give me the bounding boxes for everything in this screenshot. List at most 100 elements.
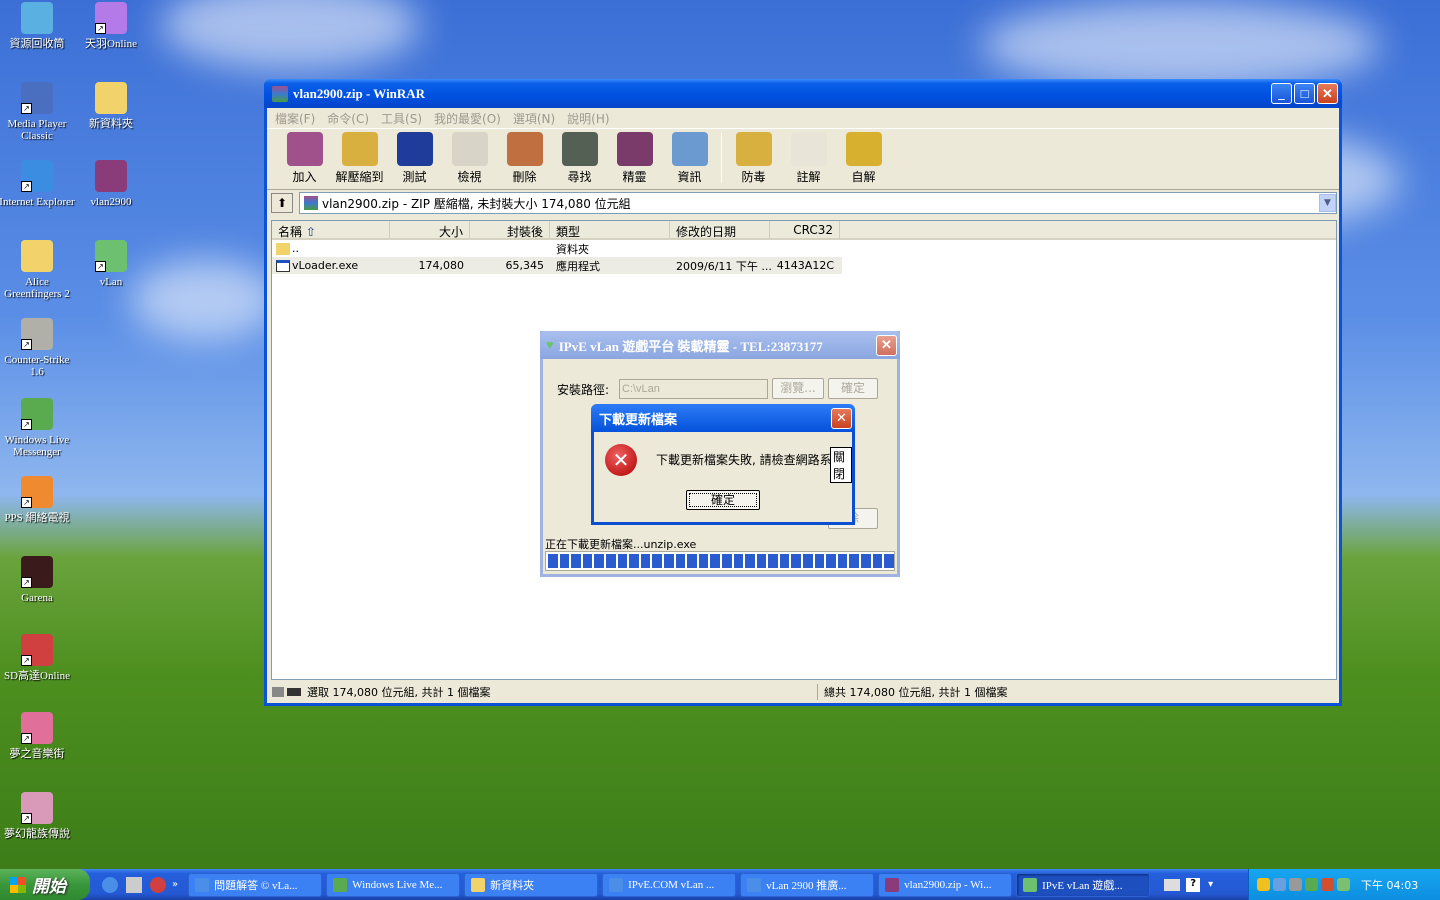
desktop-icon-label: 夢幻龍族傳說 xyxy=(4,828,70,840)
desktop-icon[interactable]: ↗ Internet Explorer xyxy=(0,160,75,208)
toolbar-button[interactable]: 解壓縮到 xyxy=(332,132,387,189)
progress-segment xyxy=(884,554,894,568)
close-button[interactable]: ✕ xyxy=(1317,83,1338,104)
col-size[interactable]: 大小 xyxy=(390,221,470,239)
progress-segment xyxy=(687,554,697,568)
col-name[interactable]: 名稱 ⇧ xyxy=(272,221,390,239)
quicklaunch-desktop-icon[interactable] xyxy=(126,876,142,893)
progress-segment xyxy=(814,554,825,568)
taskbar-button[interactable]: 問題解答 © vLa... xyxy=(188,872,323,897)
taskbar-button[interactable]: Windows Live Me... xyxy=(326,872,461,897)
progress-segment xyxy=(605,554,616,568)
toolbar-icon xyxy=(735,132,772,166)
menu-item[interactable]: 工具(S) xyxy=(381,110,422,127)
desktop-icon[interactable]: ↗ Windows Live Messenger xyxy=(0,398,75,458)
install-path-input[interactable] xyxy=(619,379,768,399)
help-icon[interactable]: ? xyxy=(1186,877,1201,892)
progress-segment xyxy=(803,554,813,568)
installer-close-button[interactable]: ✕ xyxy=(876,334,897,356)
menu-item[interactable]: 說明(H) xyxy=(567,110,609,127)
safely-remove-icon[interactable] xyxy=(1305,878,1318,891)
toolbar-icon xyxy=(341,132,378,166)
table-row[interactable]: vLoader.exe 174,080 65,345 應用程式 2009/6/11 下午… xyxy=(272,257,842,274)
progress-segment xyxy=(779,554,790,568)
toolbar-button[interactable]: 資訊 xyxy=(662,132,717,189)
menu-item[interactable]: 選項(N) xyxy=(513,110,555,127)
shortcut-arrow-icon: ↗ xyxy=(21,497,32,508)
toolbar-button[interactable]: 防毒 xyxy=(726,132,781,189)
desktop-icon[interactable]: 資源回收筒 xyxy=(0,2,75,50)
error-title-bar[interactable]: 下載更新檔案 ✕ xyxy=(591,404,855,432)
col-type[interactable]: 類型 xyxy=(550,221,670,239)
app-icon: ↗ xyxy=(95,2,127,34)
messenger-icon[interactable] xyxy=(1337,878,1350,891)
tray-app-icon[interactable] xyxy=(1289,878,1302,891)
start-button[interactable]: 開始 xyxy=(0,869,90,900)
address-field[interactable]: vlan2900.zip - ZIP 壓縮檔, 未封裝大小 174,080 位元… xyxy=(299,192,1337,214)
table-row[interactable]: .. 資料夾 xyxy=(272,240,1336,257)
progress-segment xyxy=(559,554,570,568)
toolbar-button[interactable]: 尋找 xyxy=(552,132,607,189)
desktop-icon[interactable]: vlan2900 xyxy=(73,160,149,208)
taskbar-button[interactable]: vLan 2900 推廣... xyxy=(740,872,875,897)
minimize-button[interactable]: _ xyxy=(1271,83,1292,104)
desktop-icon[interactable]: ↗ Media Player Classic xyxy=(0,82,75,142)
error-ok-button[interactable]: 確定 xyxy=(686,490,760,510)
col-modified[interactable]: 修改的日期 xyxy=(670,221,770,239)
toolbar-button[interactable]: 自解 xyxy=(836,132,891,189)
toolbar-button[interactable]: 檢視 xyxy=(442,132,497,189)
desktop-icon[interactable]: ↗ Garena xyxy=(0,556,75,604)
desktop-icon-label: SD高達Online xyxy=(4,670,70,682)
install-ok-button[interactable]: 確定 xyxy=(828,378,878,399)
quicklaunch-ie-icon[interactable] xyxy=(102,876,118,893)
winrar-title-bar[interactable]: vlan2900.zip - WinRAR _ □ ✕ xyxy=(264,79,1342,108)
desktop-icon[interactable]: ↗ Counter-Strike 1.6 xyxy=(0,318,75,378)
address-text: vlan2900.zip - ZIP 壓縮檔, 未封裝大小 174,080 位元… xyxy=(322,196,631,211)
taskbar-button[interactable]: IPvE.COM vLan ... xyxy=(602,872,737,897)
maximize-button[interactable]: □ xyxy=(1294,83,1315,104)
drive-icon xyxy=(272,687,284,697)
desktop-icon[interactable]: ↗ 夢之音樂街 xyxy=(0,712,75,760)
error-title: 下載更新檔案 xyxy=(599,412,678,428)
toolbar-button[interactable]: 加入 xyxy=(277,132,332,189)
progress-segment xyxy=(721,554,732,568)
taskbar-button[interactable]: 新資料夾 xyxy=(464,872,599,897)
windows-logo-icon xyxy=(10,876,26,893)
toolbar-icon xyxy=(790,132,827,166)
restore-icon[interactable]: ▾ xyxy=(1208,879,1213,890)
chevron-right-icon[interactable]: » xyxy=(172,879,178,890)
desktop-icon[interactable]: Alice Greenfingers 2 xyxy=(0,240,75,300)
toolbar-button[interactable]: 精靈 xyxy=(607,132,662,189)
installer-title-bar[interactable]: ♥ IPvE vLan 遊戲平台 裝載精靈 - TEL:23873177 ✕ xyxy=(540,331,900,359)
toolbar-button[interactable]: 註解 xyxy=(781,132,836,189)
error-close-button[interactable]: ✕ xyxy=(831,407,852,429)
desktop-icon[interactable]: ↗ PPS 網絡電視 xyxy=(0,476,75,524)
network-icon[interactable] xyxy=(1273,878,1286,891)
taskbar-button[interactable]: IPvE vLan 遊戲... xyxy=(1016,872,1151,897)
desktop-icon-label: Alice Greenfingers 2 xyxy=(4,276,70,300)
desktop-icon[interactable]: ↗ vLan xyxy=(73,240,149,288)
chevron-down-icon[interactable]: ▼ xyxy=(1319,194,1336,212)
volume-icon[interactable] xyxy=(1321,878,1334,891)
clock[interactable]: 下午 04:03 xyxy=(1361,877,1418,893)
menu-item[interactable]: 檔案(F) xyxy=(275,110,315,127)
up-folder-button[interactable]: ⬆ xyxy=(271,193,293,213)
quicklaunch-app-icon[interactable] xyxy=(150,876,166,893)
col-crc[interactable]: CRC32 xyxy=(770,221,840,238)
security-shield-icon[interactable] xyxy=(1257,878,1270,891)
desktop-icon[interactable]: ↗ 夢幻龍族傳說 xyxy=(0,792,75,840)
progress-segment xyxy=(837,554,848,568)
taskbar-button[interactable]: vlan2900.zip - Wi... xyxy=(878,872,1013,897)
toolbar-label: 加入 xyxy=(292,170,317,184)
toolbar-button[interactable]: 刪除 xyxy=(497,132,552,189)
browse-button[interactable]: 瀏覽... xyxy=(772,378,824,399)
winrar-app-icon xyxy=(272,85,288,102)
menu-item[interactable]: 命令(C) xyxy=(327,110,369,127)
menu-item[interactable]: 我的最愛(O) xyxy=(434,110,501,127)
keyboard-icon[interactable] xyxy=(1164,878,1181,891)
col-packed[interactable]: 封裝後 xyxy=(470,221,550,239)
desktop-icon[interactable]: 新資料夾 xyxy=(73,82,149,130)
toolbar-button[interactable]: 測試 xyxy=(387,132,442,189)
desktop-icon[interactable]: ↗ 天羽Online xyxy=(73,2,149,50)
desktop-icon[interactable]: ↗ SD高達Online xyxy=(0,634,75,682)
